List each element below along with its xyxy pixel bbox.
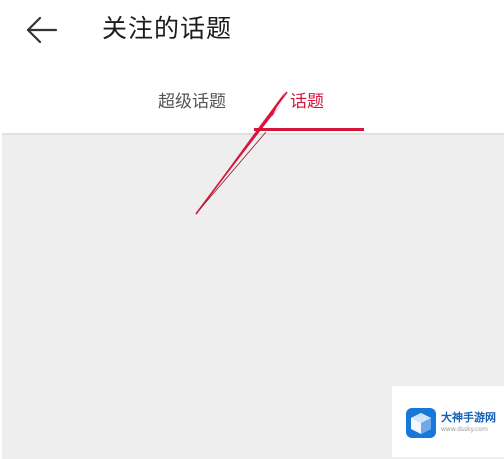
tab-super-topics[interactable]: 超级话题 <box>158 90 226 114</box>
watermark-logo-icon <box>406 408 436 438</box>
active-tab-indicator <box>254 128 364 131</box>
arrow-left-icon <box>26 16 58 44</box>
tab-bar: 超级话题 话题 <box>0 80 504 132</box>
tab-topics[interactable]: 话题 <box>290 90 324 114</box>
back-button[interactable] <box>20 12 64 48</box>
watermark: 大神手游网 www.dssky.com <box>392 386 504 457</box>
watermark-name: 大神手游网 <box>441 411 496 424</box>
watermark-url: www.dssky.com <box>441 426 488 433</box>
page-title: 关注的话题 <box>102 14 233 43</box>
top-app-bar: 关注的话题 <box>0 0 504 66</box>
